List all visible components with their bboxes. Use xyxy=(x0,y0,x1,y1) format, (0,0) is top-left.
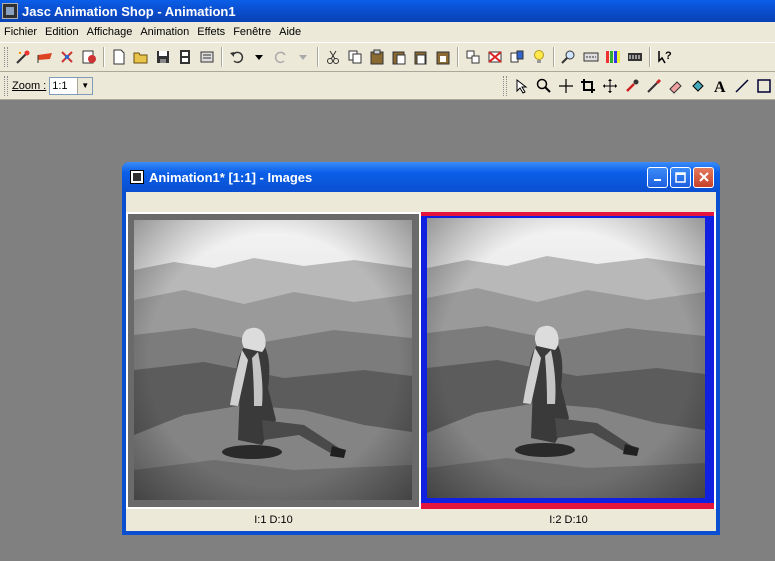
toolbar-separator xyxy=(457,47,459,67)
line-tool-icon[interactable] xyxy=(731,75,753,97)
close-button[interactable] xyxy=(693,166,714,188)
paste-before-icon[interactable] xyxy=(388,46,410,68)
secondary-toolbar: Zoom : 1:1 ▼ A xyxy=(0,72,775,100)
menu-affichage[interactable]: Affichage xyxy=(85,26,139,38)
crosshair-tool-icon[interactable] xyxy=(555,75,577,97)
banner-wizard-icon[interactable] xyxy=(34,46,56,68)
redo-icon[interactable] xyxy=(270,46,292,68)
zoom-label: Zoom : xyxy=(12,79,47,92)
menu-aide[interactable]: Aide xyxy=(277,26,307,38)
toolbar-separator xyxy=(103,47,105,67)
frame-1-photo[interactable] xyxy=(134,220,412,500)
zoom-tool-icon[interactable] xyxy=(533,75,555,97)
main-toolbar: ? xyxy=(0,42,775,72)
arrow-tool-icon[interactable] xyxy=(511,75,533,97)
toolbar-separator xyxy=(317,47,319,67)
undo-dropdown-icon[interactable] xyxy=(248,46,270,68)
frame-1-status: I:1 D:10 xyxy=(254,514,293,526)
toolbar-separator xyxy=(553,47,555,67)
maximize-button[interactable] xyxy=(670,166,691,188)
insert-frames-icon[interactable] xyxy=(462,46,484,68)
delete-frames-icon[interactable] xyxy=(484,46,506,68)
app-titlebar[interactable]: Jasc Animation Shop - Animation1 xyxy=(0,0,775,22)
eraser-tool-icon[interactable] xyxy=(665,75,687,97)
lightbulb-icon[interactable] xyxy=(528,46,550,68)
animation-wizard-icon[interactable] xyxy=(12,46,34,68)
redo-dropdown-icon[interactable] xyxy=(292,46,314,68)
new-file-icon[interactable] xyxy=(108,46,130,68)
open-folder-icon[interactable] xyxy=(130,46,152,68)
color-palette-icon[interactable] xyxy=(602,46,624,68)
crop-tool-icon[interactable] xyxy=(577,75,599,97)
menu-fichier[interactable]: Fichier xyxy=(2,26,43,38)
magnifier-icon[interactable] xyxy=(558,46,580,68)
optimization-wizard-icon[interactable] xyxy=(56,46,78,68)
zoom-select[interactable]: 1:1 ▼ xyxy=(49,76,94,95)
menubar: Fichier Edition Affichage Animation Effe… xyxy=(0,22,775,42)
paste-new-icon[interactable] xyxy=(366,46,388,68)
frame-2-photo[interactable] xyxy=(427,218,705,498)
film-strip-icon[interactable] xyxy=(174,46,196,68)
svg-text:?: ? xyxy=(665,50,672,62)
toolbar-separator xyxy=(221,47,223,67)
menu-effets[interactable]: Effets xyxy=(195,26,231,38)
svg-text:A: A xyxy=(714,79,726,94)
app-title-text: Jasc Animation Shop - Animation1 xyxy=(22,3,236,19)
frame-1[interactable] xyxy=(126,212,421,509)
frames-strip xyxy=(126,212,716,509)
move-tool-icon[interactable] xyxy=(599,75,621,97)
paintbrush-tool-icon[interactable] xyxy=(643,75,665,97)
tools-grip[interactable] xyxy=(503,75,507,96)
paste-after-icon[interactable] xyxy=(410,46,432,68)
toolbar-grip[interactable] xyxy=(4,47,8,67)
minimize-button[interactable] xyxy=(647,166,668,188)
chevron-down-icon[interactable]: ▼ xyxy=(77,77,93,94)
cut-icon[interactable] xyxy=(322,46,344,68)
frame-2-status: I:2 D:10 xyxy=(549,514,588,526)
help-icon[interactable]: ? xyxy=(654,46,676,68)
paste-into-icon[interactable] xyxy=(432,46,454,68)
toolbar-separator xyxy=(649,47,651,67)
animation-window-titlebar[interactable]: Animation1* [1:1] - Images xyxy=(122,162,720,192)
window-icon[interactable] xyxy=(130,170,144,184)
frame-properties-icon[interactable] xyxy=(196,46,218,68)
menu-fenetre[interactable]: Fenêtre xyxy=(231,26,277,38)
text-tool-icon[interactable]: A xyxy=(709,75,731,97)
save-icon[interactable] xyxy=(152,46,174,68)
animation-window-title: Animation1* [1:1] - Images xyxy=(149,169,313,185)
copy-icon[interactable] xyxy=(344,46,366,68)
menu-edition[interactable]: Edition xyxy=(43,26,85,38)
vcr-controls-icon[interactable] xyxy=(580,46,602,68)
undo-icon[interactable] xyxy=(226,46,248,68)
menu-animation[interactable]: Animation xyxy=(138,26,195,38)
app-icon[interactable] xyxy=(2,3,18,19)
frame-counter-icon[interactable] xyxy=(624,46,646,68)
toolbar-grip[interactable] xyxy=(4,75,8,96)
dropper-tool-icon[interactable] xyxy=(621,75,643,97)
rectangle-tool-icon[interactable] xyxy=(753,75,775,97)
zoom-value: 1:1 xyxy=(52,79,68,92)
frame-2[interactable] xyxy=(421,212,716,509)
fill-tool-icon[interactable] xyxy=(687,75,709,97)
frame-transitions-icon[interactable] xyxy=(506,46,528,68)
animation-window-body: I:1 D:10 I:2 D:10 xyxy=(126,192,716,531)
animation-window[interactable]: Animation1* [1:1] - Images I:1 D:10 I:2 … xyxy=(122,162,720,535)
preview-icon[interactable] xyxy=(78,46,100,68)
